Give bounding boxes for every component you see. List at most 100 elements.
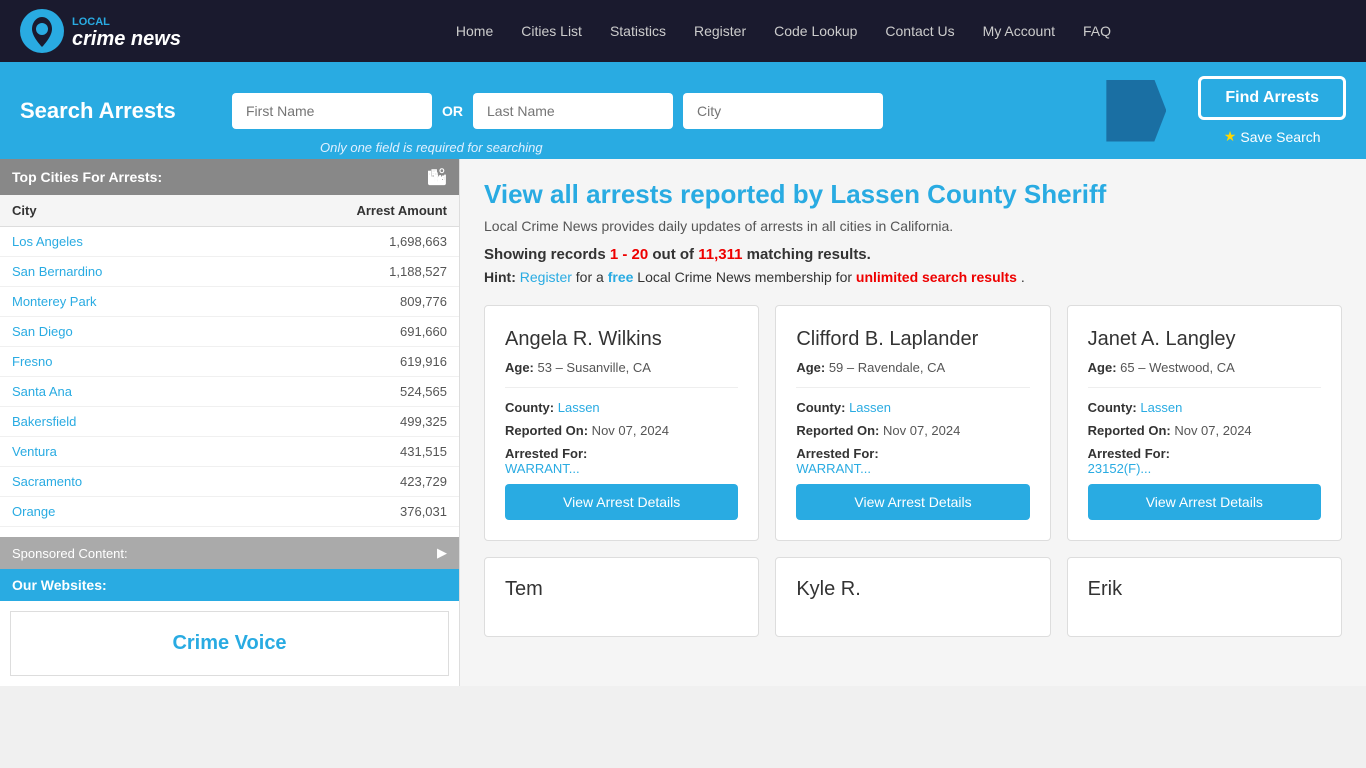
arrest-age: Age: 53 – Susanville, CA (505, 360, 738, 375)
arrest-charges: Arrested For:WARRANT... (796, 446, 1029, 476)
city-name[interactable]: Bakersfield (0, 407, 229, 437)
city-name[interactable]: Sacramento (0, 467, 229, 497)
nav-contact-us[interactable]: Contact Us (885, 23, 954, 39)
page-subtitle: Local Crime News provides daily updates … (484, 218, 1342, 234)
top-cities-label: Top Cities For Arrests: (12, 169, 162, 185)
arrest-name-partial: Erik (1088, 578, 1321, 601)
results-suffix: matching results. (747, 246, 871, 263)
city-name[interactable]: Orange (0, 497, 229, 527)
city-row: Bakersfield 499,325 (0, 407, 459, 437)
results-total: 11,311 (698, 246, 742, 263)
nav-statistics[interactable]: Statistics (610, 23, 666, 39)
first-name-input[interactable] (232, 93, 432, 129)
hint-register-link[interactable]: Register (520, 269, 572, 285)
city-name[interactable]: Los Angeles (0, 227, 229, 257)
city-row: Ventura 431,515 (0, 437, 459, 467)
results-count: Showing records 1 - 20 out of 11,311 mat… (484, 246, 1342, 263)
city-row: San Diego 691,660 (0, 317, 459, 347)
arrest-cards-partial-grid: Tem Kyle R. Erik (484, 557, 1342, 637)
city-amount: 809,776 (229, 287, 459, 317)
city-name[interactable]: Monterey Park (0, 287, 229, 317)
sponsored-label: Sponsored Content: (12, 546, 128, 561)
cities-table: City Arrest Amount Los Angeles 1,698,663… (0, 195, 459, 527)
page-title: View all arrests reported by Lassen Coun… (484, 179, 1342, 210)
nav-home[interactable]: Home (456, 23, 493, 39)
arrest-county: County: Lassen (796, 400, 1029, 415)
city-name[interactable]: Fresno (0, 347, 229, 377)
city-name[interactable]: San Diego (0, 317, 229, 347)
arrest-cards-grid: Angela R. Wilkins Age: 53 – Susanville, … (484, 305, 1342, 541)
city-amount: 431,515 (229, 437, 459, 467)
our-websites-section: Our Websites: (0, 569, 459, 601)
nav-code-lookup[interactable]: Code Lookup (774, 23, 857, 39)
arrest-card: Angela R. Wilkins Age: 53 – Susanville, … (484, 305, 759, 541)
crime-voice-box: Crime Voice (10, 611, 449, 676)
main-content: View all arrests reported by Lassen Coun… (460, 159, 1366, 686)
results-showing: Showing records (484, 246, 610, 263)
nav-register[interactable]: Register (694, 23, 746, 39)
col-city: City (0, 195, 229, 227)
arrest-name-partial: Kyle R. (796, 578, 1029, 601)
arrest-age: Age: 59 – Ravendale, CA (796, 360, 1029, 375)
hint-text: Hint: Register for a free Local Crime Ne… (484, 269, 1342, 285)
city-name[interactable]: Santa Ana (0, 377, 229, 407)
card-divider (505, 387, 738, 388)
city-amount: 499,325 (229, 407, 459, 437)
sidebar: Top Cities For Arrests: 🏙 City Arrest Am… (0, 159, 460, 686)
arrest-name-partial: Tem (505, 578, 738, 601)
nav-my-account[interactable]: My Account (983, 23, 1055, 39)
nav-faq[interactable]: FAQ (1083, 23, 1111, 39)
search-title: Search Arrests (20, 98, 220, 124)
city-row: Fresno 619,916 (0, 347, 459, 377)
city-row: San Bernardino 1,188,527 (0, 257, 459, 287)
arrow-divider (1106, 80, 1166, 142)
hint-for: for a (576, 269, 608, 285)
arrest-card-partial: Erik (1067, 557, 1342, 637)
nav-cities-list[interactable]: Cities List (521, 23, 582, 39)
results-range: 1 - 20 (610, 246, 648, 263)
search-bar: Search Arrests OR Find Arrests Save Sear… (0, 62, 1366, 159)
arrest-charges: Arrested For:23152(F)... (1088, 446, 1321, 476)
view-details-button[interactable]: View Arrest Details (1088, 484, 1321, 520)
arrest-charges: Arrested For:WARRANT... (505, 446, 738, 476)
arrest-name: Angela R. Wilkins (505, 326, 738, 352)
top-navigation: LOCAL crime news Home Cities List Statis… (0, 0, 1366, 62)
view-details-button[interactable]: View Arrest Details (505, 484, 738, 520)
city-row: Los Angeles 1,698,663 (0, 227, 459, 257)
last-name-input[interactable] (473, 93, 673, 129)
hint-unlimited: unlimited search results (856, 269, 1017, 285)
hint-membership: Local Crime News membership for (637, 269, 856, 285)
city-amount: 1,188,527 (229, 257, 459, 287)
city-row: Sacramento 423,729 (0, 467, 459, 497)
city-amount: 619,916 (229, 347, 459, 377)
arrest-card-partial: Kyle R. (775, 557, 1050, 637)
main-layout: Top Cities For Arrests: 🏙 City Arrest Am… (0, 159, 1366, 686)
arrest-name: Janet A. Langley (1088, 326, 1321, 352)
find-arrests-button[interactable]: Find Arrests (1198, 76, 1346, 120)
save-search-button[interactable]: Save Search (1224, 128, 1321, 145)
sponsored-section: Sponsored Content: ▶ (0, 537, 459, 569)
arrest-county: County: Lassen (505, 400, 738, 415)
city-name[interactable]: San Bernardino (0, 257, 229, 287)
arrest-reported: Reported On: Nov 07, 2024 (505, 423, 738, 438)
city-row: Orange 376,031 (0, 497, 459, 527)
logo[interactable]: LOCAL crime news (20, 9, 181, 53)
arrest-age: Age: 65 – Westwood, CA (1088, 360, 1321, 375)
view-details-button[interactable]: View Arrest Details (796, 484, 1029, 520)
city-amount: 376,031 (229, 497, 459, 527)
hint-free: free (608, 269, 634, 285)
city-amount: 1,698,663 (229, 227, 459, 257)
our-websites-label: Our Websites: (12, 577, 107, 593)
sponsored-icon: ▶ (437, 545, 447, 561)
arrest-card-partial: Tem (484, 557, 759, 637)
arrest-name: Clifford B. Laplander (796, 326, 1029, 352)
city-name[interactable]: Ventura (0, 437, 229, 467)
nav-links: Home Cities List Statistics Register Cod… (221, 23, 1346, 39)
results-out-of: out of (652, 246, 698, 263)
city-amount: 524,565 (229, 377, 459, 407)
city-row: Santa Ana 524,565 (0, 377, 459, 407)
hint-label: Hint: (484, 269, 520, 285)
arrest-reported: Reported On: Nov 07, 2024 (796, 423, 1029, 438)
or-separator: OR (442, 103, 463, 119)
city-input[interactable] (683, 93, 883, 129)
